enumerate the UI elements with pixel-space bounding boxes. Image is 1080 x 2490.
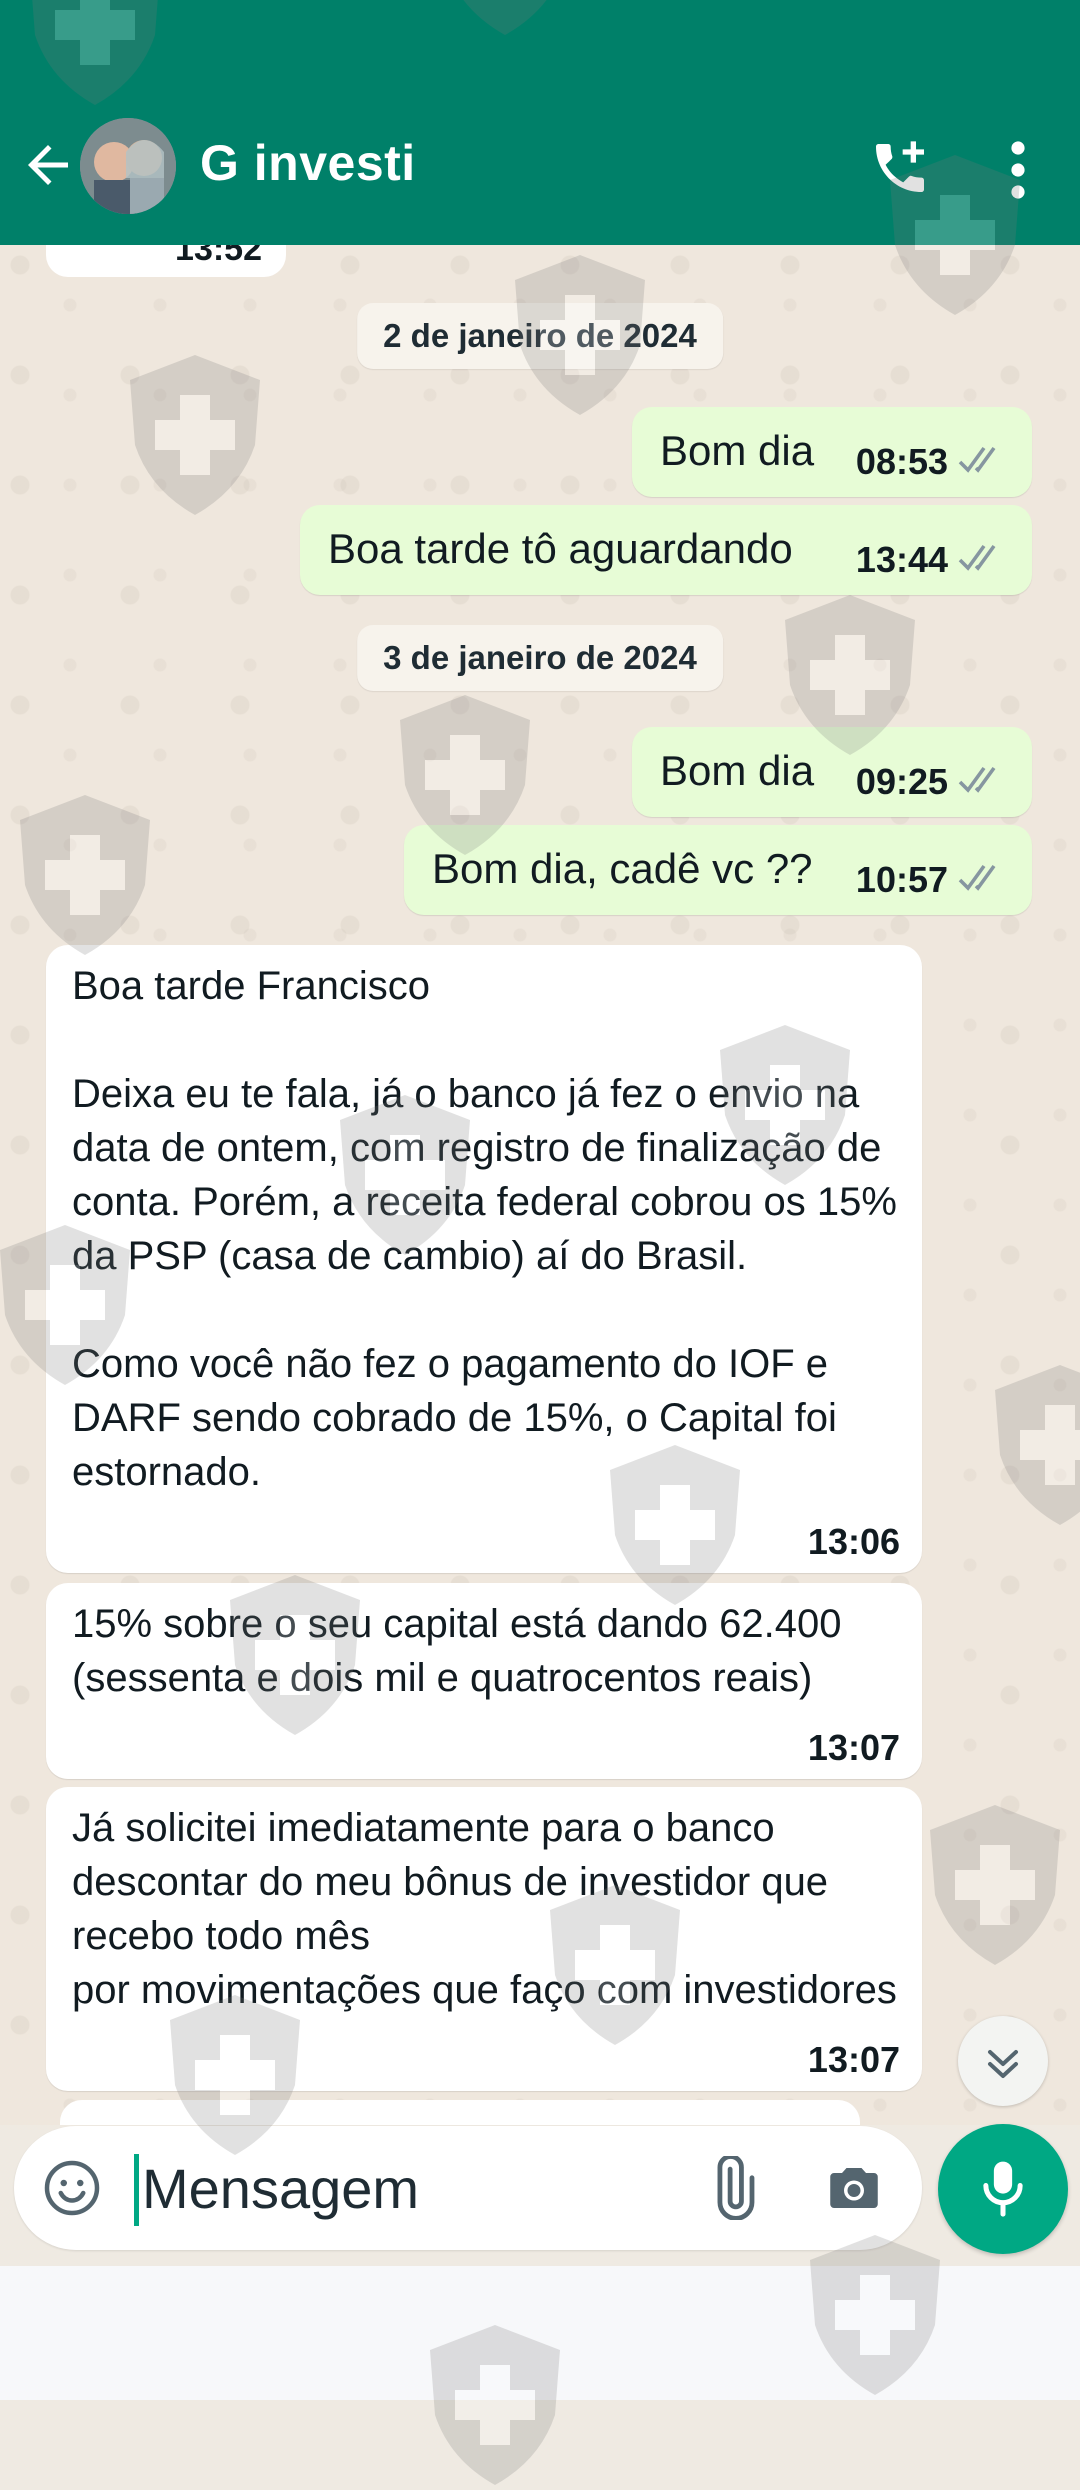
message-time: 13:07 <box>807 2039 900 2080</box>
message-text: Bom dia <box>660 747 815 794</box>
read-ticks-icon <box>958 864 996 891</box>
more-vertical-icon[interactable] <box>1004 140 1032 200</box>
next-message <box>60 2100 860 2125</box>
message-time: 08:53 <box>855 441 948 482</box>
double-chevron-down-icon <box>988 2050 1018 2078</box>
scroll-to-bottom-button[interactable] <box>958 2016 1048 2106</box>
message-text: Bom dia <box>660 427 815 474</box>
microphone-icon <box>983 2161 1023 2217</box>
incoming-message[interactable]: Já solicitei imediatamente para o banco … <box>46 1787 922 2091</box>
avatar[interactable] <box>80 118 176 214</box>
previous-message: 13:52 <box>46 245 286 277</box>
chat-title[interactable]: G investi <box>200 134 416 192</box>
message-time: 09:25 <box>855 761 948 802</box>
message-input[interactable] <box>132 2146 702 2230</box>
incoming-message[interactable]: Boa tarde Francisco Deixa eu te fala, já… <box>46 945 922 1573</box>
message-time: 13:06 <box>807 1521 900 1562</box>
message-composer <box>14 2126 922 2250</box>
message-time: 10:57 <box>855 859 948 900</box>
outgoing-message[interactable]: Bom dia 08:53 <box>632 407 1032 497</box>
chat-header: G investi <box>0 0 1080 245</box>
message-text: Já solicitei imediatamente para o banco … <box>72 1806 897 2012</box>
incoming-message[interactable]: 15% sobre o seu capital está dando 62.40… <box>46 1583 922 1779</box>
paperclip-icon[interactable] <box>700 2156 764 2220</box>
navigation-bar <box>0 2266 1080 2400</box>
read-ticks-icon <box>958 446 996 473</box>
message-text: Bom dia, cadê vc ?? <box>432 845 813 892</box>
message-text: Boa tarde Francisco Deixa eu te fala, já… <box>72 964 897 1494</box>
message-time: 13:52 <box>175 245 262 268</box>
outgoing-message[interactable]: Bom dia 09:25 <box>632 727 1032 817</box>
outgoing-message[interactable]: Boa tarde tô aguardando 13:44 <box>300 505 1032 595</box>
date-separator: 2 de janeiro de 2024 <box>357 303 723 369</box>
add-call-icon[interactable] <box>868 136 932 200</box>
read-ticks-icon <box>958 544 996 571</box>
emoji-icon[interactable] <box>42 2158 102 2218</box>
arrow-left-icon[interactable] <box>18 135 78 195</box>
conversation[interactable]: 13:52 2 de janeiro de 2024 Bom dia 08:53… <box>0 245 1080 2125</box>
message-text: 15% sobre o seu capital está dando 62.40… <box>72 1602 842 1700</box>
voice-message-button[interactable] <box>938 2124 1068 2254</box>
camera-icon[interactable] <box>824 2158 884 2218</box>
read-ticks-icon <box>958 766 996 793</box>
message-time: 13:44 <box>855 539 948 580</box>
date-separator: 3 de janeiro de 2024 <box>357 625 723 691</box>
message-text: Boa tarde tô aguardando <box>328 525 793 572</box>
message-time: 13:07 <box>807 1727 900 1768</box>
outgoing-message[interactable]: Bom dia, cadê vc ?? 10:57 <box>404 825 1032 915</box>
